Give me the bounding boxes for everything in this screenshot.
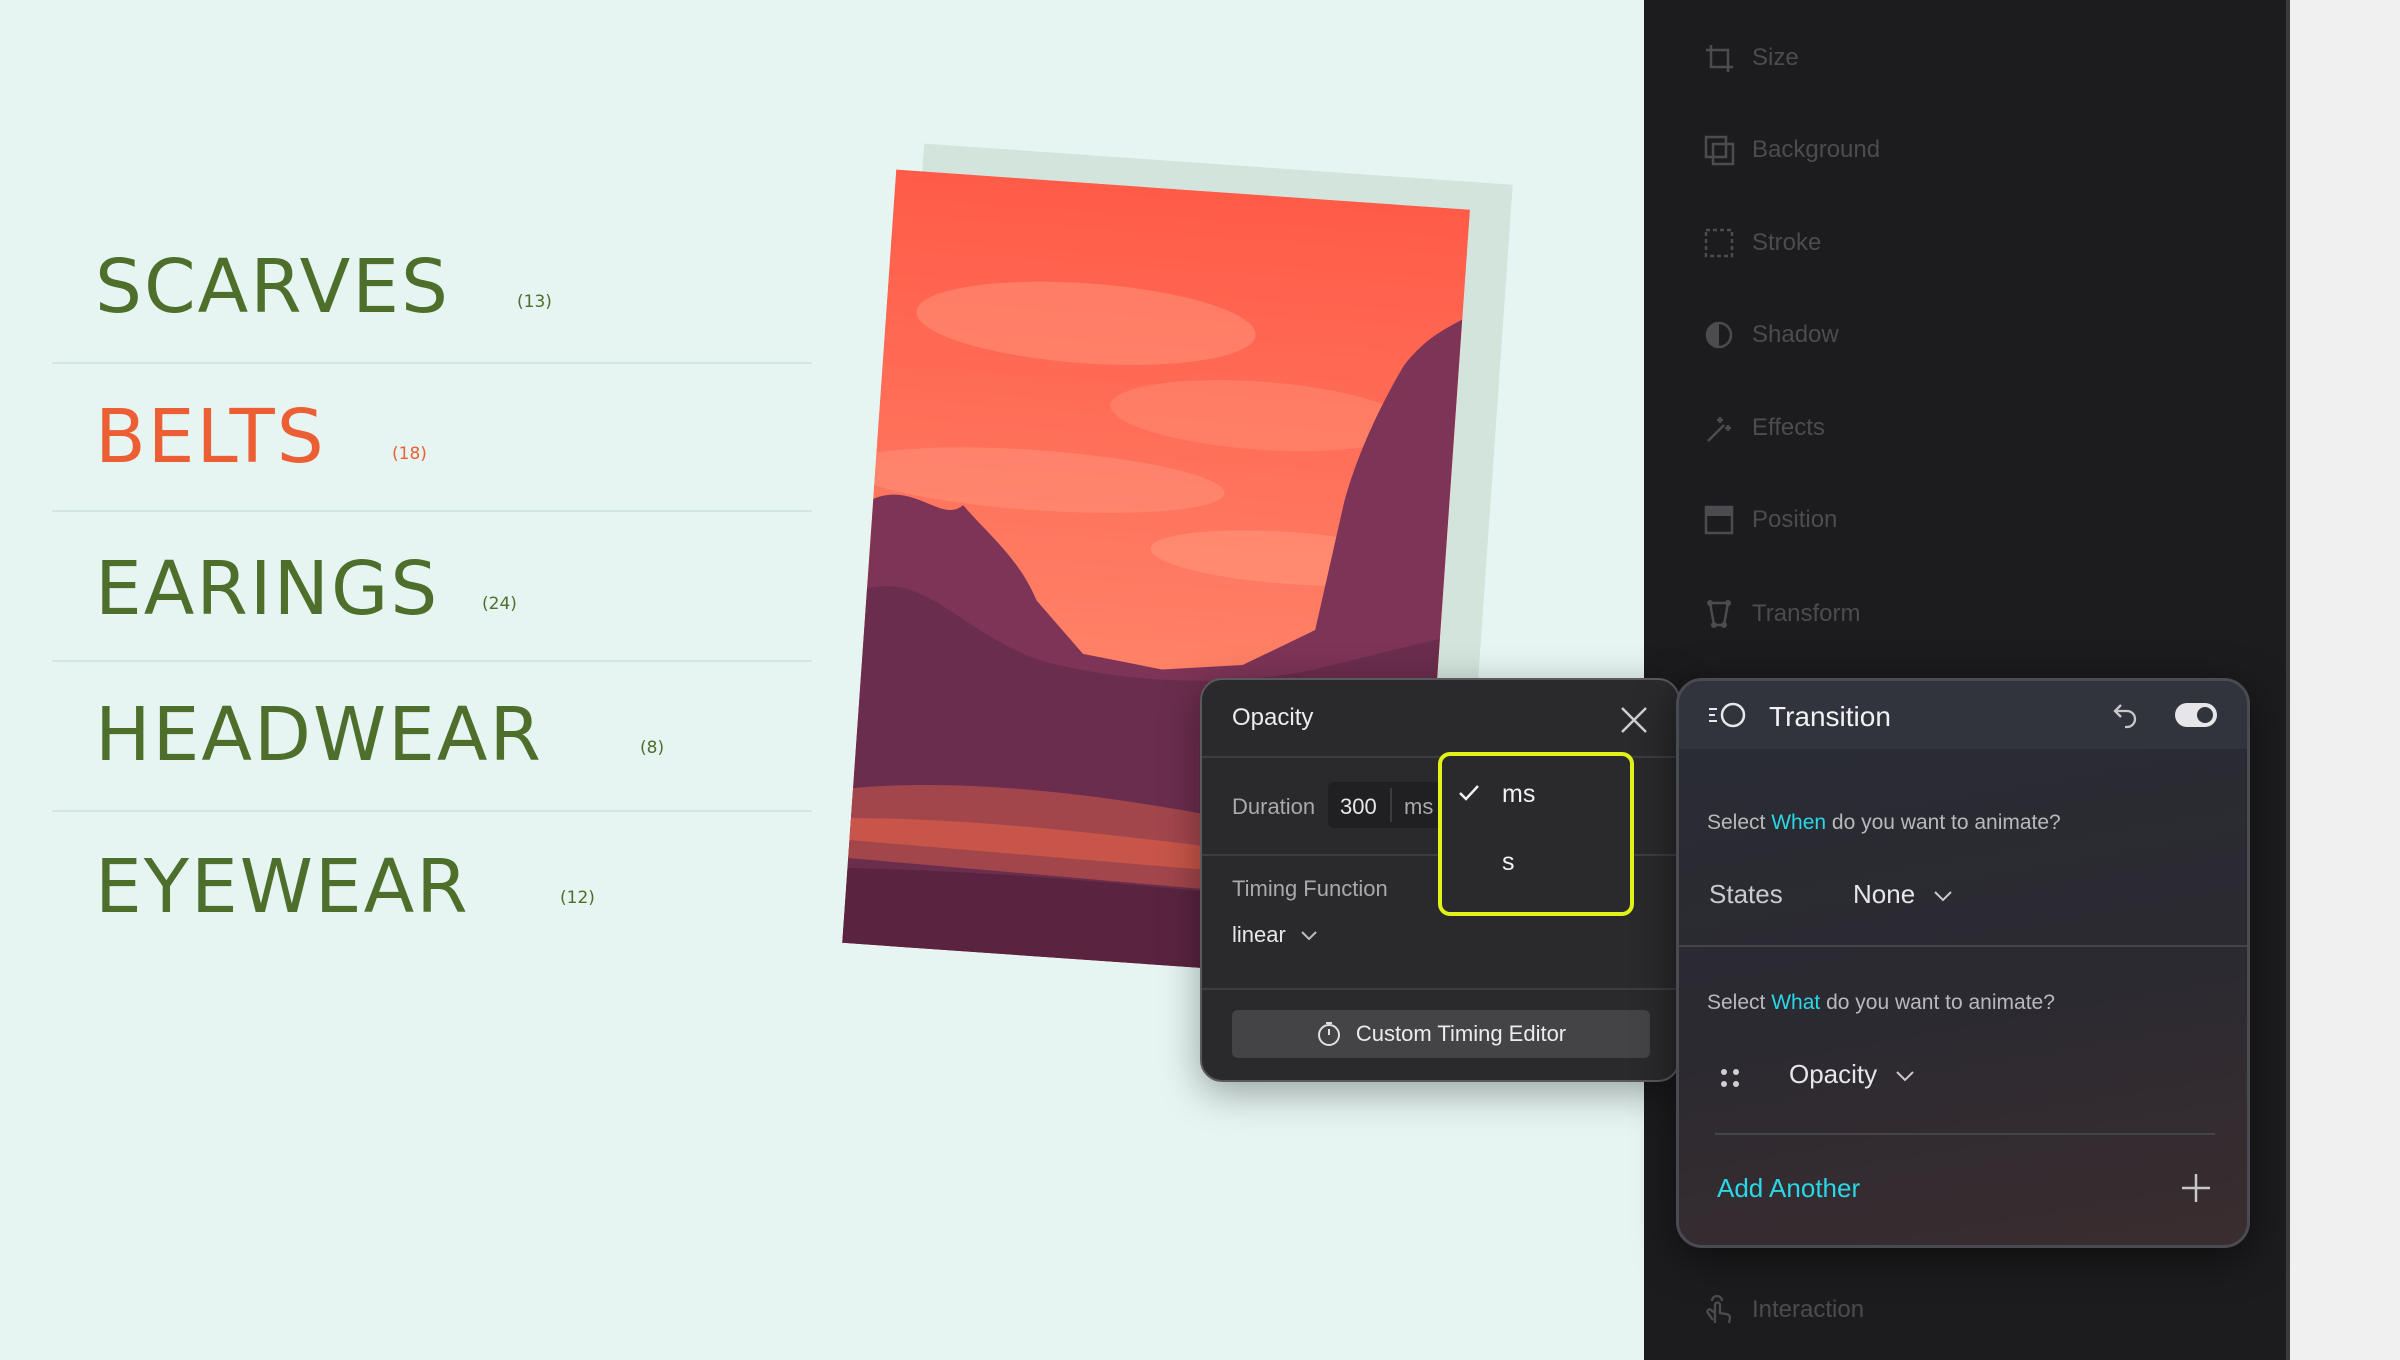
transition-icon [1709, 702, 1746, 728]
category-name: SCARVES [95, 244, 450, 330]
category-row-headwear[interactable]: HEADWEAR (8) [52, 662, 812, 812]
property-size[interactable]: Size [1702, 38, 1799, 78]
category-row-scarves[interactable]: SCARVES (13) [52, 230, 812, 364]
category-row-earings[interactable]: EARINGS (24) [52, 512, 812, 662]
category-row-eyewear[interactable]: EYEWEAR (12) [52, 812, 812, 942]
popover-title: Opacity [1232, 704, 1314, 731]
effects-icon [1707, 417, 1731, 442]
chevron-down-icon [1896, 1070, 1914, 1081]
property-background[interactable]: Background [1702, 130, 1880, 170]
stopwatch-icon [1317, 1022, 1340, 1046]
property-effects[interactable]: Effects [1702, 408, 1825, 448]
divider [1390, 788, 1392, 822]
transition-title: Transition [1769, 701, 1891, 732]
chevron-down-icon [1301, 931, 1317, 941]
drag-handle-icon[interactable] [1719, 1067, 1741, 1089]
unit-option-s[interactable]: s [1442, 842, 1630, 898]
position-icon [1704, 505, 1734, 535]
transition-header: Transition [1679, 681, 2247, 749]
category-name: EARINGS [95, 546, 440, 632]
category-name: BELTS [95, 394, 326, 480]
property-label: Transform [1752, 600, 1861, 627]
stroke-icon [1704, 228, 1734, 258]
category-count: (24) [482, 594, 517, 614]
transform-icon [1707, 600, 1731, 628]
when-prompt: Select When do you want to animate? [1707, 811, 2061, 834]
transition-toggle[interactable] [2175, 703, 2217, 727]
undo-icon[interactable] [2111, 701, 2141, 729]
category-name: EYEWEAR [95, 844, 470, 930]
property-stroke[interactable]: Stroke [1702, 223, 1821, 263]
transition-panel: Transition Select When do you want to an… [1676, 678, 2250, 1248]
divider [1715, 1133, 2215, 1135]
property-label: Background [1752, 136, 1881, 163]
divider [1679, 945, 2247, 947]
states-value: None [1853, 879, 1916, 909]
states-select[interactable]: None [1853, 879, 1953, 910]
hand-pointer-icon [1706, 1294, 1732, 1324]
timing-function-label: Timing Function [1232, 876, 1388, 901]
property-label: Shadow [1752, 321, 1839, 348]
unit-option-label: s [1502, 848, 1515, 876]
toggle-knob [2197, 707, 2213, 723]
duration-unit-selector[interactable]: ms [1404, 794, 1433, 820]
category-count: (12) [560, 888, 595, 908]
category-count: (8) [640, 738, 665, 758]
timing-function-value: linear [1232, 922, 1286, 947]
close-icon[interactable] [1616, 702, 1652, 738]
duration-value: 300 [1340, 794, 1377, 819]
property-interaction[interactable]: Interaction [1702, 1290, 1864, 1330]
unit-option-label: ms [1502, 780, 1536, 808]
timing-function-select[interactable]: linear [1232, 922, 1318, 948]
custom-timing-label: Custom Timing Editor [1355, 1021, 1567, 1046]
unit-option-ms[interactable]: ms [1442, 774, 1630, 830]
property-transform[interactable]: Transform [1702, 594, 1860, 634]
custom-timing-editor-button[interactable]: Custom Timing Editor [1232, 1010, 1650, 1058]
animated-property-select[interactable]: Opacity [1789, 1059, 1915, 1090]
plus-icon[interactable] [2179, 1171, 2213, 1205]
checkmark-icon [1459, 785, 1479, 801]
animated-property-value: Opacity [1789, 1059, 1878, 1089]
property-label: Size [1752, 44, 1799, 71]
duration-label: Duration [1232, 794, 1316, 819]
divider [1202, 988, 1678, 990]
category-count: (13) [517, 292, 552, 312]
states-label: States [1709, 879, 1783, 909]
background-icon [1704, 135, 1735, 166]
duration-input[interactable]: 300 ms [1328, 782, 1454, 828]
chevron-down-icon [1934, 890, 1952, 901]
property-label: Position [1752, 506, 1838, 533]
add-another-button[interactable]: Add Another [1717, 1173, 1860, 1204]
property-shadow[interactable]: Shadow [1702, 315, 1839, 355]
category-count: (18) [392, 444, 427, 464]
category-name: HEADWEAR [95, 692, 543, 778]
duration-unit-dropdown: ms s [1438, 752, 1634, 916]
what-prompt: Select What do you want to animate? [1707, 991, 2055, 1014]
window-edge [2290, 0, 2400, 1360]
property-label: Interaction [1752, 1296, 1865, 1323]
property-label: Effects [1752, 414, 1825, 441]
property-position[interactable]: Position [1702, 500, 1837, 540]
property-label: Stroke [1752, 229, 1822, 256]
category-row-belts[interactable]: BELTS (18) [52, 364, 812, 512]
shadow-icon [1705, 321, 1733, 349]
size-icon [1706, 45, 1733, 72]
